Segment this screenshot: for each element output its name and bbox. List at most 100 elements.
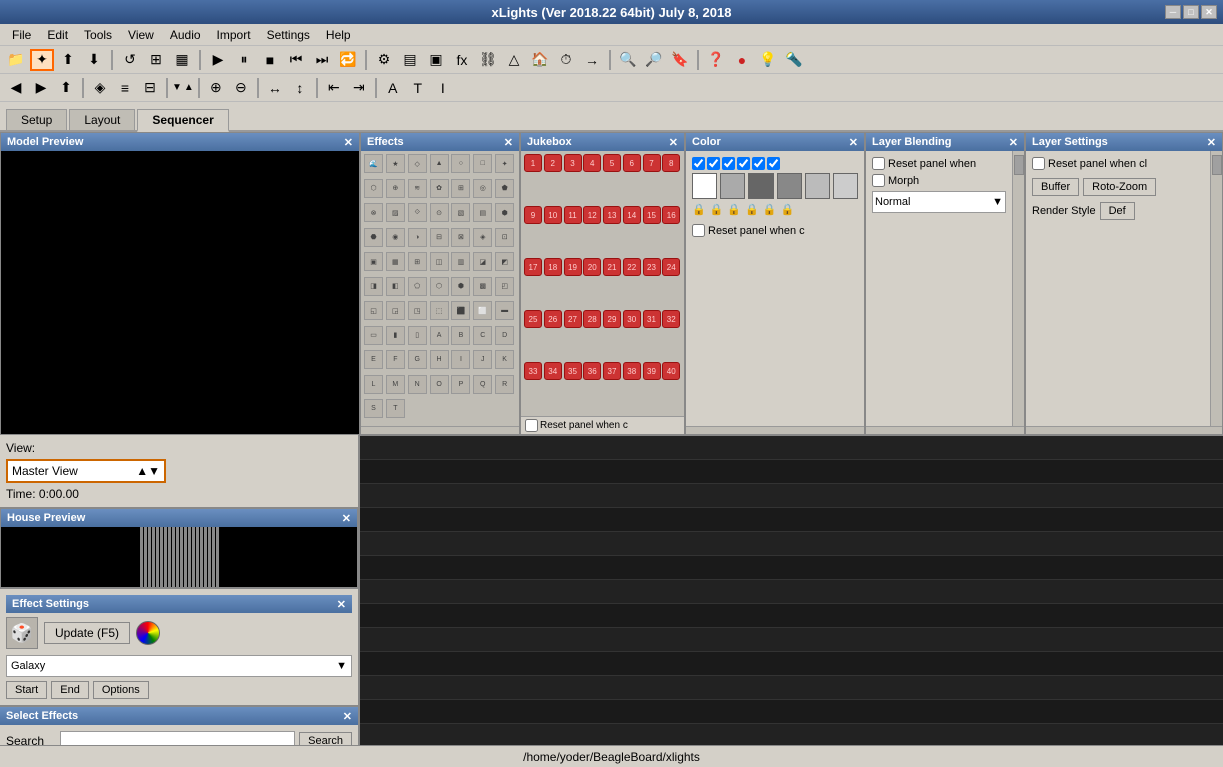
effect-settings-close[interactable]: ✕	[337, 598, 346, 611]
lock-icon-6[interactable]: 🔒	[781, 203, 795, 216]
effect-cell[interactable]: ⟐	[408, 203, 427, 222]
effect-cell[interactable]: ▨	[386, 203, 405, 222]
jukebox-btn[interactable]: 1	[524, 154, 542, 172]
jukebox-btn[interactable]: 26	[544, 310, 562, 328]
effect-cell[interactable]: ◪	[473, 252, 492, 271]
grid2-button[interactable]: ▦	[170, 49, 194, 71]
fx-button[interactable]: fx	[450, 49, 474, 71]
layer-settings-scrollbar-v[interactable]	[1210, 151, 1222, 426]
tb2-btn-8[interactable]: ⊖	[229, 77, 253, 99]
jukebox-btn[interactable]: 10	[544, 206, 562, 224]
effect-cell[interactable]: ⊞	[451, 179, 470, 198]
search-toolbar-button[interactable]: 🔍	[616, 49, 640, 71]
jukebox-btn[interactable]: 34	[544, 362, 562, 380]
lb-morph-checkbox[interactable]	[872, 174, 885, 187]
jukebox-btn[interactable]: 17	[524, 258, 542, 276]
jukebox-btn[interactable]: 27	[564, 310, 582, 328]
effect-cell[interactable]: R	[495, 375, 514, 394]
layer-blend-scrollbar-v[interactable]	[1012, 151, 1024, 426]
effect-icon-box[interactable]: 🎲	[6, 617, 38, 649]
jukebox-btn[interactable]: 39	[643, 362, 661, 380]
repeat-button[interactable]: 🔁	[336, 49, 360, 71]
ls-reset-checkbox[interactable]	[1032, 157, 1045, 170]
tab-sequencer[interactable]: Sequencer	[137, 109, 228, 132]
color-swatch-6[interactable]	[833, 173, 858, 199]
effect-cell[interactable]: ▣	[364, 252, 383, 271]
jukebox-btn[interactable]: 12	[583, 206, 601, 224]
effect-cell[interactable]: ✿	[430, 179, 449, 198]
effect-cell[interactable]: ▮	[386, 326, 405, 345]
effect-cell[interactable]: H	[430, 350, 449, 369]
tb2-btn-1[interactable]: ◀	[4, 77, 28, 99]
effect-cell[interactable]: P	[451, 375, 470, 394]
lock-icon-4[interactable]: 🔒	[745, 203, 759, 216]
jukebox-btn[interactable]: 14	[623, 206, 641, 224]
house-button[interactable]: 🏠	[528, 49, 552, 71]
effect-cell[interactable]: T	[386, 399, 405, 418]
effect-cell[interactable]: ⊞	[408, 252, 427, 271]
color-swatch-1[interactable]	[692, 173, 717, 199]
skip-fwd-button[interactable]: ⏭	[310, 49, 334, 71]
color-swatch-2[interactable]	[720, 173, 745, 199]
effect-cell[interactable]: O	[430, 375, 449, 394]
effect-cell[interactable]: ◎	[473, 179, 492, 198]
color-check-5[interactable]	[752, 157, 765, 170]
pause-button[interactable]: ⏸	[232, 49, 256, 71]
start-button[interactable]: Start	[6, 681, 47, 699]
red-circle-button[interactable]: ●	[730, 49, 754, 71]
jukebox-btn[interactable]: 31	[643, 310, 661, 328]
effect-cell[interactable]: I	[451, 350, 470, 369]
minimize-button[interactable]: ─	[1165, 5, 1181, 19]
effect-cell[interactable]: D	[495, 326, 514, 345]
effect-cell[interactable]: M	[386, 375, 405, 394]
effect-cell[interactable]: ▧	[451, 203, 470, 222]
color-swatch-5[interactable]	[805, 173, 830, 199]
effect-cell[interactable]: ◈	[473, 228, 492, 247]
buffer-button[interactable]: Buffer	[1032, 178, 1079, 196]
bookmark-button[interactable]: 🔖	[668, 49, 692, 71]
effect-cell[interactable]: ⬟	[495, 179, 514, 198]
tb2-btn-11[interactable]: ⇤	[322, 77, 346, 99]
jukebox-btn[interactable]: 36	[583, 362, 601, 380]
effect-cell[interactable]: ◩	[495, 252, 514, 271]
layer-settings-close[interactable]: ✕	[1207, 136, 1216, 149]
effect-cell[interactable]: K	[495, 350, 514, 369]
color-swatch-3[interactable]	[748, 173, 773, 199]
jukebox-btn[interactable]: 5	[603, 154, 621, 172]
shapes-button[interactable]: △	[502, 49, 526, 71]
lock-icon-3[interactable]: 🔒	[727, 203, 741, 216]
effect-cell[interactable]: L	[364, 375, 383, 394]
tab-setup[interactable]: Setup	[6, 109, 67, 130]
jukebox-btn[interactable]: 24	[662, 258, 680, 276]
clock-button[interactable]: ⏱	[554, 49, 578, 71]
layer-settings-scrollbar-h[interactable]	[1026, 426, 1222, 434]
ls-default-button[interactable]: Def	[1100, 202, 1135, 220]
color-close[interactable]: ✕	[849, 136, 858, 149]
effect-cell[interactable]: ▭	[364, 326, 383, 345]
effect-cell[interactable]: ▬	[495, 301, 514, 320]
effect-cell[interactable]: ◲	[386, 301, 405, 320]
select-effects-close[interactable]: ✕	[343, 710, 352, 723]
tb2-btn-5[interactable]: ≡	[113, 77, 137, 99]
jukebox-btn[interactable]: 16	[662, 206, 680, 224]
effect-cell[interactable]: G	[408, 350, 427, 369]
stop-button[interactable]: ■	[258, 49, 282, 71]
jukebox-btn[interactable]: 22	[623, 258, 641, 276]
color-check-6[interactable]	[767, 157, 780, 170]
update-button[interactable]: Update (F5)	[44, 622, 130, 644]
lock-icon-5[interactable]: 🔒	[763, 203, 777, 216]
chain-button[interactable]: ⛓	[476, 49, 500, 71]
lb-reset-checkbox[interactable]	[872, 157, 885, 170]
effect-cell[interactable]: ⬜	[473, 301, 492, 320]
color-check-4[interactable]	[737, 157, 750, 170]
effect-cell[interactable]: ◳	[408, 301, 427, 320]
effect-cell[interactable]: ⊕	[386, 179, 405, 198]
jukebox-btn[interactable]: 19	[564, 258, 582, 276]
effects-close[interactable]: ✕	[504, 136, 513, 149]
jukebox-btn[interactable]: 32	[662, 310, 680, 328]
new-sequence-button[interactable]: ✦	[30, 49, 54, 71]
effect-cell[interactable]: ⬢	[451, 277, 470, 296]
grid4-button[interactable]: ▣	[424, 49, 448, 71]
jukebox-btn[interactable]: 6	[623, 154, 641, 172]
layer-blend-scrollbar-h[interactable]	[866, 426, 1024, 434]
